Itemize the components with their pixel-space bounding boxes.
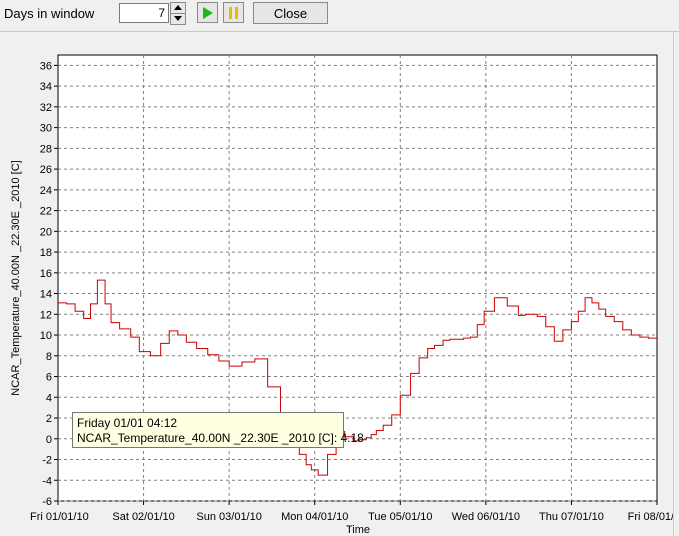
- y-tick-label: 2: [46, 413, 52, 425]
- close-button[interactable]: Close: [253, 2, 328, 24]
- toolbar: Days in window Close: [0, 0, 679, 30]
- arrow-down-icon: [174, 16, 182, 21]
- y-tick-label: 6: [46, 372, 52, 384]
- y-tick-label: 28: [40, 143, 52, 155]
- window-right-edge: [673, 32, 679, 536]
- y-tick-label: 30: [40, 123, 52, 135]
- play-icon: [203, 7, 213, 19]
- days-in-window-label: Days in window: [4, 6, 95, 21]
- arrow-up-icon: [174, 5, 182, 10]
- y-tick-label: 26: [40, 164, 52, 176]
- x-tick-label: Wed 06/01/10: [452, 511, 520, 523]
- y-tick-label: 18: [40, 247, 52, 259]
- y-tick-label: 14: [40, 289, 52, 301]
- days-in-window-input[interactable]: [119, 3, 169, 23]
- x-tick-label: Thu 07/01/10: [539, 511, 604, 523]
- x-tick-label: Sun 03/01/10: [196, 511, 261, 523]
- y-tick-label: 4: [46, 392, 52, 404]
- data-point-tooltip: Friday 01/01 04:12 NCAR_Temperature_40.0…: [72, 412, 364, 448]
- x-axis-label: Time: [346, 524, 370, 536]
- y-tick-label: 20: [40, 226, 52, 238]
- y-tick-label: 22: [40, 206, 52, 218]
- y-tick-label: 8: [46, 351, 52, 363]
- x-tick-label: Fri 08/01/10: [628, 511, 673, 523]
- tooltip-value: NCAR_Temperature_40.00N _22.30E _2010 [C…: [77, 431, 364, 445]
- play-button[interactable]: [197, 2, 218, 23]
- x-tick-label: Sat 02/01/10: [112, 511, 174, 523]
- y-tick-label: -2: [42, 455, 52, 467]
- y-tick-label: -6: [42, 496, 52, 508]
- x-tick-label: Tue 05/01/10: [368, 511, 432, 523]
- x-tick-label: Mon 04/01/10: [281, 511, 348, 523]
- pause-button[interactable]: [223, 2, 244, 23]
- days-spinner[interactable]: [170, 2, 186, 25]
- y-tick-label: 12: [40, 309, 52, 321]
- y-tick-label: 34: [40, 81, 52, 93]
- tooltip-timestamp: Friday 01/01 04:12: [77, 416, 178, 430]
- x-tick-label: Fri 01/01/10: [30, 511, 89, 523]
- y-tick-label: 16: [40, 268, 52, 280]
- y-tick-label: 0: [46, 434, 52, 446]
- y-tick-label: 10: [40, 330, 52, 342]
- y-tick-label: 36: [40, 60, 52, 72]
- y-tick-label: -4: [42, 475, 52, 487]
- y-axis-label: NCAR_Temperature_40.00N _22.30E _2010 [C…: [10, 160, 22, 395]
- y-tick-label: 24: [40, 185, 52, 197]
- spin-down-button[interactable]: [170, 13, 186, 25]
- temperature-chart[interactable]: -6-4-2024681012141618202224262830323436F…: [0, 32, 673, 536]
- y-tick-label: 32: [40, 102, 52, 114]
